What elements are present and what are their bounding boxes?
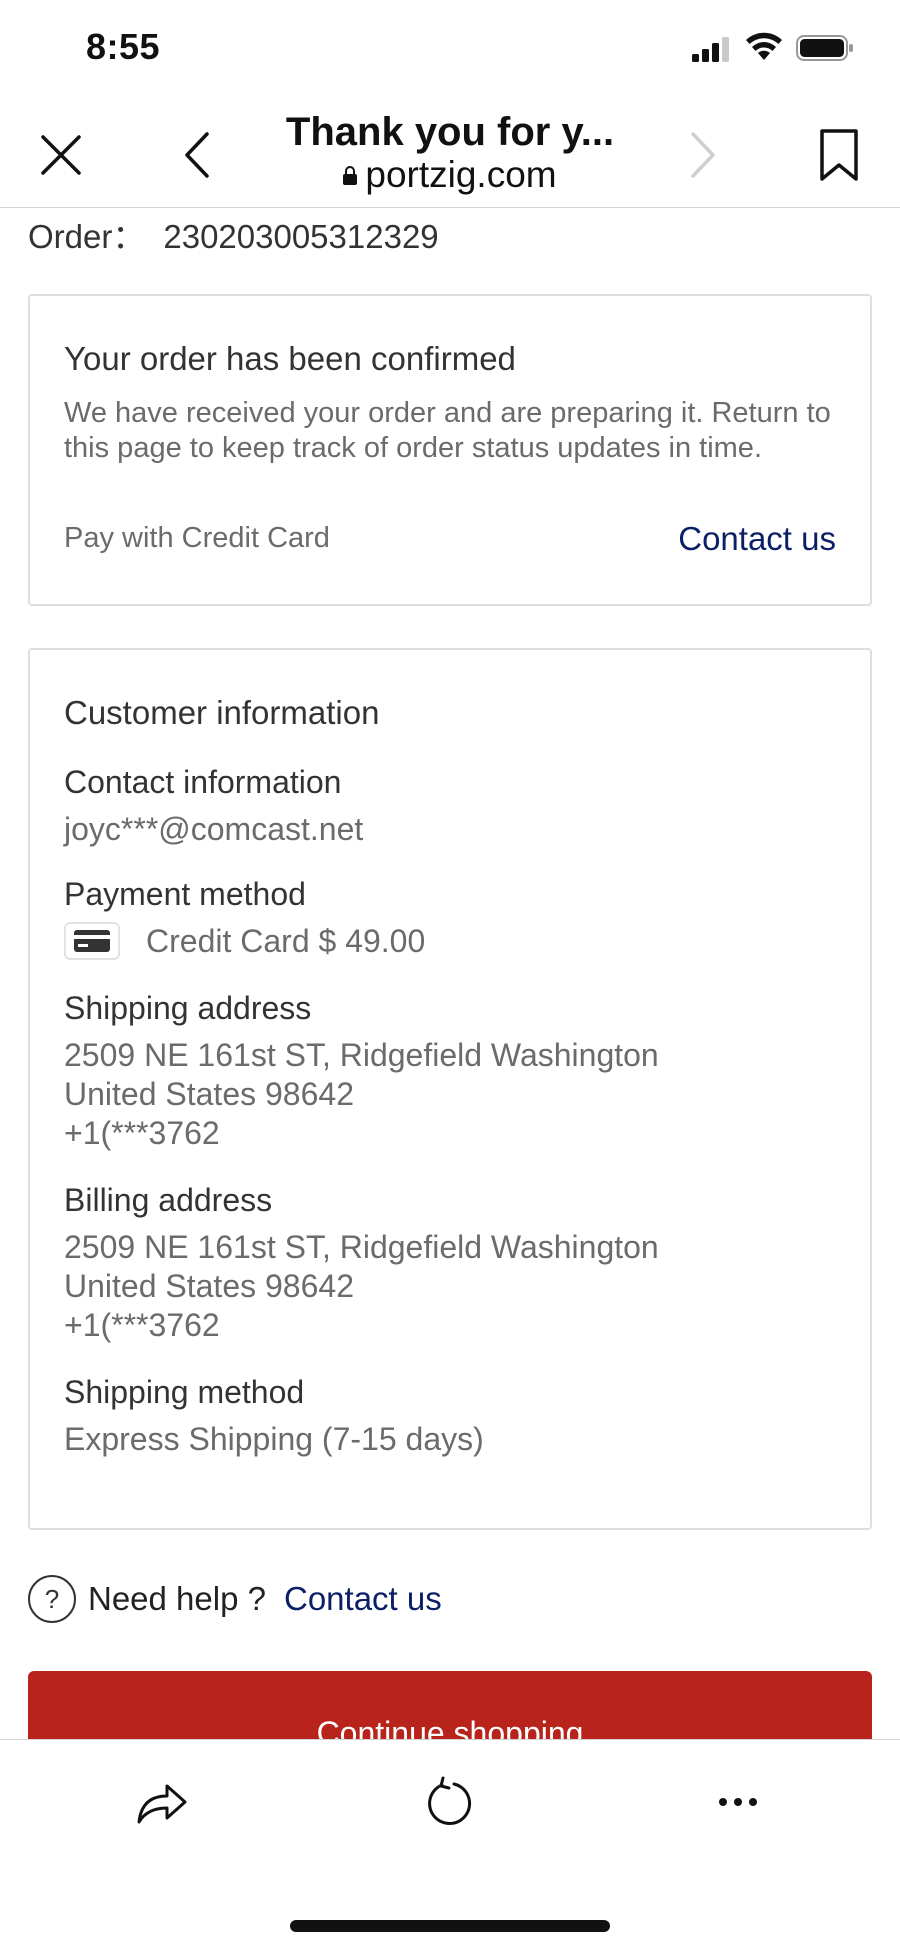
url-display[interactable]: portzig.com — [250, 154, 650, 196]
billing-address-line2: United States 98642 — [64, 1268, 354, 1304]
order-confirmation-card: Your order has been confirmed We have re… — [28, 294, 872, 606]
more-options-button[interactable] — [706, 1770, 770, 1834]
help-text: Need help ? — [88, 1580, 266, 1617]
shipping-address-label: Shipping address — [64, 990, 312, 1026]
shipping-address-line1: 2509 NE 161st ST, Ridgefield Washington — [64, 1037, 659, 1073]
confirmation-heading: Your order has been confirmed — [64, 340, 516, 377]
share-icon — [137, 1784, 187, 1824]
more-icon — [719, 1798, 757, 1806]
shipping-method-label: Shipping method — [64, 1374, 305, 1410]
back-button[interactable] — [166, 124, 228, 186]
order-label: Order： — [28, 218, 146, 255]
shipping-phone: +1(***3762 — [64, 1115, 220, 1151]
status-time: 8:55 — [86, 26, 161, 67]
credit-card-icon — [64, 922, 120, 960]
bookmark-button[interactable] — [808, 122, 870, 188]
shipping-address-line2: United States 98642 — [64, 1076, 354, 1112]
url-text: portzig.com — [365, 154, 557, 195]
help-row: ? Need help ? Contact us — [28, 1575, 442, 1623]
contact-info-label: Contact information — [64, 764, 342, 800]
customer-information-card: Customer information Contact information… — [28, 648, 872, 1530]
cellular-signal-icon — [692, 37, 729, 62]
customer-info-heading: Customer information — [64, 694, 380, 731]
reload-icon — [428, 1776, 472, 1826]
question-circle-icon: ? — [28, 1575, 76, 1623]
billing-address-label: Billing address — [64, 1182, 273, 1218]
home-indicator[interactable] — [290, 1920, 610, 1932]
wifi-icon — [746, 32, 782, 60]
browser-nav-bar: Thank you for y... portzig.com — [0, 100, 900, 208]
payment-method-label: Payment method — [64, 876, 306, 912]
close-icon — [41, 135, 81, 175]
status-bar: 8:55 — [0, 0, 900, 100]
help-contact-us-link[interactable]: Contact us — [284, 1580, 442, 1618]
order-number: 230203005312329 — [163, 218, 439, 255]
battery-icon — [796, 35, 853, 61]
chevron-right-icon — [691, 132, 715, 178]
payment-method-row: Credit Card $ 49.00 — [64, 922, 425, 960]
confirmation-description: We have received your order and are prep… — [64, 397, 831, 464]
share-button[interactable] — [130, 1770, 194, 1834]
page-title: Thank you for y... — [285, 110, 615, 154]
billing-phone: +1(***3762 — [64, 1307, 220, 1343]
payment-summary: Pay with Credit Card — [64, 522, 330, 554]
browser-toolbar — [0, 1739, 900, 1947]
contact-info-value: joyc***@comcast.net — [64, 811, 364, 847]
billing-address-line1: 2509 NE 161st ST, Ridgefield Washington — [64, 1229, 659, 1265]
shipping-method-value: Express Shipping (7-15 days) — [64, 1421, 484, 1457]
bookmark-icon — [820, 129, 858, 181]
payment-method-value: Credit Card $ 49.00 — [146, 922, 426, 959]
contact-us-link[interactable]: Contact us — [678, 520, 836, 558]
continue-shopping-button[interactable]: Continue shopping — [28, 1671, 872, 1745]
order-number-line: Order： 230203005312329 — [28, 210, 439, 258]
reload-button[interactable] — [418, 1770, 482, 1834]
close-button[interactable] — [30, 124, 92, 186]
lock-icon — [343, 166, 358, 185]
chevron-left-icon — [185, 132, 209, 178]
forward-button[interactable] — [672, 124, 734, 186]
